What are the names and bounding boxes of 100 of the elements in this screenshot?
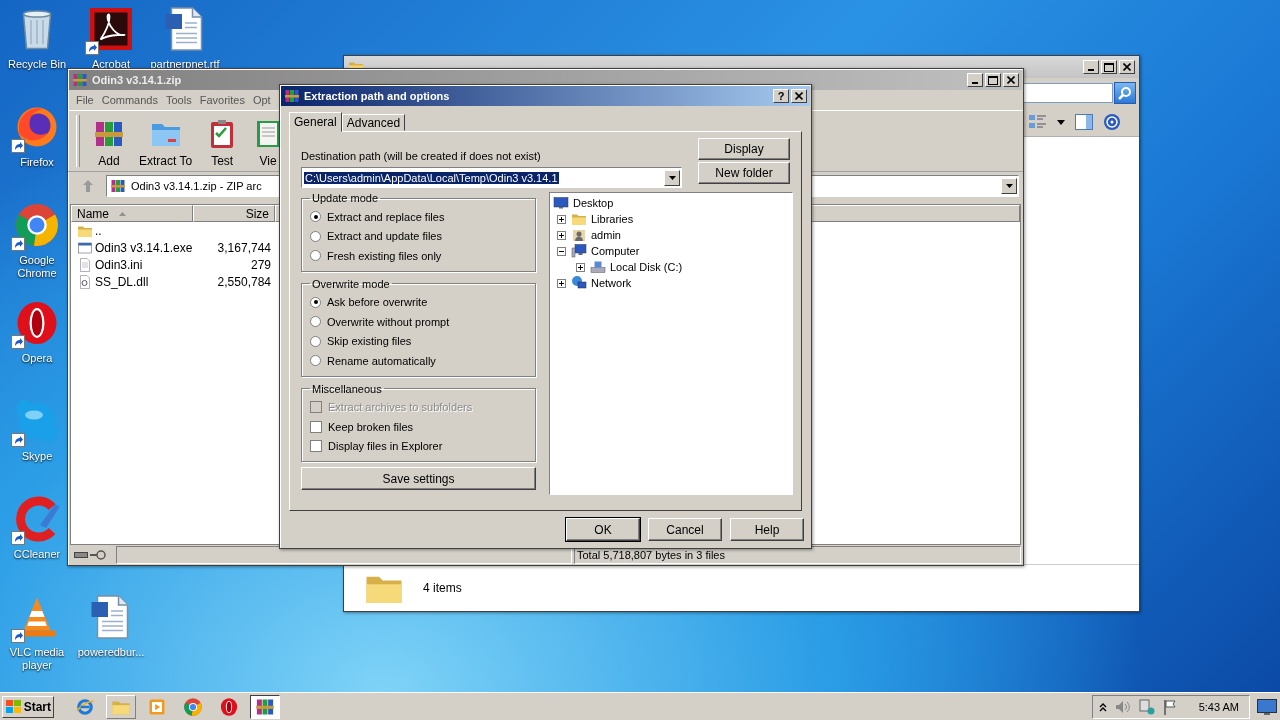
dialog-button[interactable]: Display: [698, 138, 790, 160]
monitor-icon: [553, 195, 569, 211]
expand-toggle[interactable]: [557, 230, 566, 240]
tab[interactable]: General: [289, 112, 342, 132]
close-button[interactable]: [1003, 73, 1019, 87]
maximize-button[interactable]: [985, 73, 1001, 87]
desktop-icon-label[interactable]: Recycle Bin: [7, 58, 67, 71]
toolbar-button[interactable]: Extract To: [132, 118, 200, 171]
close-button[interactable]: [791, 89, 807, 103]
app-icon: [87, 5, 135, 53]
menu-item[interactable]: Favorites: [195, 94, 249, 106]
file-name: ..: [95, 223, 102, 238]
expand-toggle[interactable]: [557, 278, 566, 288]
help-icon[interactable]: [1103, 113, 1121, 131]
radio-option[interactable]: Ask before overwrite: [310, 292, 527, 312]
maximize-button[interactable]: [1101, 60, 1117, 74]
radio-button[interactable]: [310, 316, 321, 328]
dropdown-button[interactable]: [664, 169, 680, 186]
field-label: Destination path (will be created if does not exist): [301, 150, 542, 162]
user-icon: [571, 227, 587, 243]
dropdown-button[interactable]: [1001, 178, 1017, 194]
file-size: 279: [249, 257, 271, 272]
path-combo-box[interactable]: C:\Users\admin\AppData\Local\Temp\Odin3 v3.14.1: [301, 167, 682, 188]
desktop-icon-label[interactable]: Firefox: [20, 156, 54, 169]
radio-option[interactable]: Extract and replace files: [310, 207, 527, 227]
browser-icon: [75, 696, 95, 717]
window-title: Odin3 v3.14.1.zip: [92, 74, 182, 86]
dialog-button[interactable]: OK: [566, 518, 640, 541]
maximize-icon: [1104, 62, 1114, 72]
start-logo-icon: [5, 698, 22, 715]
menu-item[interactable]: Opt: [248, 94, 275, 106]
help-button[interactable]: ?: [773, 89, 789, 103]
radio-option[interactable]: Rename automatically: [310, 351, 527, 371]
tree-item[interactable]: Computer: [591, 245, 640, 257]
file-size: 3,167,744: [216, 240, 271, 255]
checkbox[interactable]: [310, 420, 322, 433]
menu-item[interactable]: File: [72, 94, 98, 106]
tree-item[interactable]: Network: [591, 277, 632, 289]
dialog-button[interactable]: New folder: [698, 162, 790, 184]
flag-icon[interactable]: [1162, 698, 1177, 715]
radio-button[interactable]: [310, 335, 321, 347]
drive-icon: [590, 259, 606, 275]
close-button[interactable]: [1119, 60, 1135, 74]
radio-button[interactable]: [310, 250, 321, 262]
tree-item[interactable]: Local Disk (C:): [610, 261, 683, 273]
column-header[interactable]: Name: [71, 205, 193, 222]
minimize-button[interactable]: [967, 73, 983, 87]
dropdown-caret-icon[interactable]: [1057, 119, 1065, 125]
chevron-up-icon[interactable]: [1098, 701, 1107, 712]
menu-item[interactable]: Tools: [162, 94, 196, 106]
file-name: Odin3 v3.14.1.exe: [95, 240, 193, 255]
radio-button[interactable]: [310, 211, 321, 223]
minimize-button[interactable]: [1083, 60, 1099, 74]
file-size: 2,550,784: [216, 274, 271, 289]
radio-button[interactable]: [310, 230, 321, 242]
clock: 5:43 AM: [1198, 700, 1239, 713]
window-icon: [77, 239, 93, 256]
browser-icon: [13, 201, 61, 249]
radio-button[interactable]: [310, 296, 321, 308]
computer-icon: [571, 243, 587, 259]
taskbar-button[interactable]: [250, 694, 280, 719]
checkbox-option[interactable]: Keep broken files: [310, 417, 527, 437]
caret-icon: [668, 175, 676, 180]
checkbox[interactable]: [310, 440, 322, 453]
radio-option[interactable]: Skip existing files: [310, 331, 527, 351]
checkbox-option[interactable]: Display files in Explorer: [310, 436, 527, 456]
archive-icon: [72, 72, 88, 88]
dialog-button[interactable]: Help: [730, 518, 804, 541]
tree-item[interactable]: Libraries: [591, 213, 634, 225]
column-header[interactable]: Size: [193, 205, 275, 222]
tab[interactable]: Advanced: [341, 114, 406, 131]
toolbar-button[interactable]: Test: [199, 118, 246, 171]
show-desktop-button[interactable]: [1256, 696, 1278, 717]
radio-option[interactable]: Fresh existing files only: [310, 246, 527, 266]
caret-icon: [1005, 184, 1013, 188]
drive-icon: [74, 551, 88, 559]
expand-toggle[interactable]: [557, 246, 566, 256]
expand-toggle[interactable]: [557, 214, 566, 224]
radio-option[interactable]: Extract and update files: [310, 226, 527, 246]
dialog-button[interactable]: Cancel: [648, 518, 722, 541]
save-settings-button[interactable]: Save settings: [301, 467, 536, 490]
toolbar-button[interactable]: Add: [86, 118, 132, 171]
desktop-icon-label[interactable]: Google Chrome: [5, 254, 69, 280]
app-icon: [13, 495, 61, 543]
search-field[interactable]: [1023, 83, 1113, 103]
search-button[interactable]: [1114, 82, 1136, 104]
menu-item[interactable]: Commands: [97, 94, 162, 106]
start-button[interactable]: Start: [2, 695, 54, 718]
preview-pane-icon[interactable]: [1075, 114, 1093, 130]
desktop-icon-label[interactable]: Acrobat: [92, 58, 130, 71]
browser-icon: [219, 696, 239, 717]
radio-option[interactable]: Overwrite without prompt: [310, 312, 527, 332]
expand-toggle[interactable]: [576, 262, 585, 272]
tree-item[interactable]: Desktop: [573, 197, 614, 209]
tree-item[interactable]: admin: [591, 229, 621, 241]
close-icon: [1007, 76, 1015, 84]
radio-button[interactable]: [310, 355, 321, 367]
desktop-icon-label[interactable]: partnerpnet.rtf: [150, 58, 220, 71]
search-icon: [1118, 86, 1132, 100]
file-name: SS_DL.dll: [95, 274, 149, 289]
